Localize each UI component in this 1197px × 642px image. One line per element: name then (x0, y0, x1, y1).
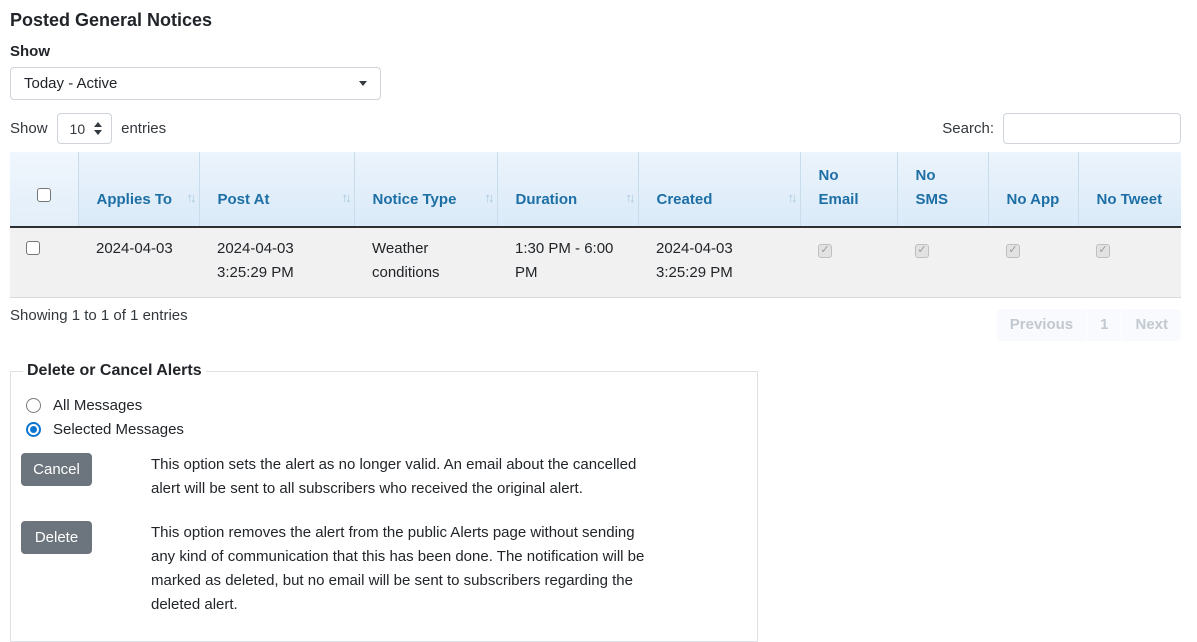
select-all-checkbox[interactable]: ✓ (37, 188, 51, 202)
no-sms-cell: ✓ (897, 227, 988, 298)
entries-info: Showing 1 to 1 of 1 entries (10, 307, 188, 324)
all-messages-radio[interactable] (26, 398, 41, 413)
row-select-cell: ✓ (10, 227, 78, 298)
up-down-arrows-icon (94, 122, 102, 135)
length-suffix-label: entries (121, 120, 166, 137)
column-header-created[interactable]: Created ↑↓ (638, 152, 800, 227)
sort-icons: ↑↓ (626, 186, 633, 210)
post-at-cell: 2024-04-03 3:25:29 PM (199, 227, 354, 298)
column-header-notice-type[interactable]: Notice Type ↑↓ (354, 152, 497, 227)
panel-legend: Delete or Cancel Alerts (23, 362, 206, 380)
sort-icons: ↑↓ (788, 186, 795, 210)
filter-label: Show (10, 43, 1181, 60)
applies-to-cell: 2024-04-03 (78, 227, 199, 298)
table-row: ✓ 2024-04-03 2024-04-03 3:25:29 PM Weath… (10, 227, 1181, 298)
cancel-button[interactable]: Cancel (21, 453, 92, 486)
column-header-no-sms: No SMS (897, 152, 988, 227)
column-header-select-all: ✓ (10, 152, 78, 227)
filter-selected-value: Today - Active (24, 75, 117, 92)
check-icon: ✓ (820, 245, 829, 256)
selected-messages-option[interactable]: Selected Messages (26, 421, 747, 438)
search-label: Search: (942, 120, 994, 137)
all-messages-label: All Messages (53, 397, 142, 414)
check-icon: ✓ (1098, 245, 1107, 256)
cancel-description: This option sets the alert as no longer … (151, 453, 645, 501)
page-title: Posted General Notices (10, 10, 1181, 31)
delete-action-row: Delete This option removes the alert fro… (21, 521, 747, 617)
length-control: Show 10 entries (10, 113, 166, 144)
page: Posted General Notices Show Today - Acti… (0, 0, 1197, 642)
next-page-button[interactable]: Next (1121, 309, 1181, 341)
delete-button[interactable]: Delete (21, 521, 92, 554)
pagination: Previous 1 Next (997, 309, 1181, 341)
cancel-action-row: Cancel This option sets the alert as no … (21, 453, 747, 501)
no-email-cell: ✓ (800, 227, 897, 298)
duration-cell: 1:30 PM - 6:00 PM (497, 227, 638, 298)
no-email-checkbox: ✓ (818, 244, 832, 258)
selected-messages-label: Selected Messages (53, 421, 184, 438)
sort-icons: ↑↓ (187, 186, 194, 210)
sort-icons: ↑↓ (485, 186, 492, 210)
column-header-duration[interactable]: Duration ↑↓ (497, 152, 638, 227)
no-app-cell: ✓ (988, 227, 1078, 298)
table-footer: Showing 1 to 1 of 1 entries Previous 1 N… (10, 307, 1181, 341)
created-cell: 2024-04-03 3:25:29 PM (638, 227, 800, 298)
page-number-button[interactable]: 1 (1086, 309, 1121, 341)
previous-page-button[interactable]: Previous (997, 309, 1086, 341)
notice-type-cell: Weather conditions (354, 227, 497, 298)
all-messages-option[interactable]: All Messages (26, 397, 747, 414)
table-header-row: ✓ Applies To ↑↓ Post At ↑↓ Notice Type ↑… (10, 152, 1181, 227)
no-sms-checkbox: ✓ (915, 244, 929, 258)
no-tweet-checkbox: ✓ (1096, 244, 1110, 258)
column-header-no-email: No Email (800, 152, 897, 227)
search-control: Search: (942, 113, 1181, 144)
delete-or-cancel-panel: Delete or Cancel Alerts All Messages Sel… (10, 362, 758, 642)
check-icon: ✓ (1008, 245, 1017, 256)
no-app-checkbox: ✓ (1006, 244, 1020, 258)
length-prefix-label: Show (10, 120, 48, 137)
entries-length-select[interactable]: 10 (57, 113, 113, 144)
column-header-no-tweet: No Tweet (1078, 152, 1181, 227)
row-select-checkbox[interactable]: ✓ (26, 241, 40, 255)
length-selected-value: 10 (70, 121, 86, 137)
notices-table: ✓ Applies To ↑↓ Post At ↑↓ Notice Type ↑… (10, 152, 1181, 298)
column-header-post-at[interactable]: Post At ↑↓ (199, 152, 354, 227)
check-icon: ✓ (917, 245, 926, 256)
column-header-no-app: No App (988, 152, 1078, 227)
caret-down-icon (359, 81, 367, 86)
no-tweet-cell: ✓ (1078, 227, 1181, 298)
search-input[interactable] (1003, 113, 1181, 144)
column-header-applies-to[interactable]: Applies To ↑↓ (78, 152, 199, 227)
sort-icons: ↑↓ (342, 186, 349, 210)
delete-description: This option removes the alert from the p… (151, 521, 645, 617)
selected-messages-radio[interactable] (26, 422, 41, 437)
filter-dropdown[interactable]: Today - Active (10, 67, 381, 100)
table-controls: Show 10 entries Search: (10, 113, 1181, 144)
